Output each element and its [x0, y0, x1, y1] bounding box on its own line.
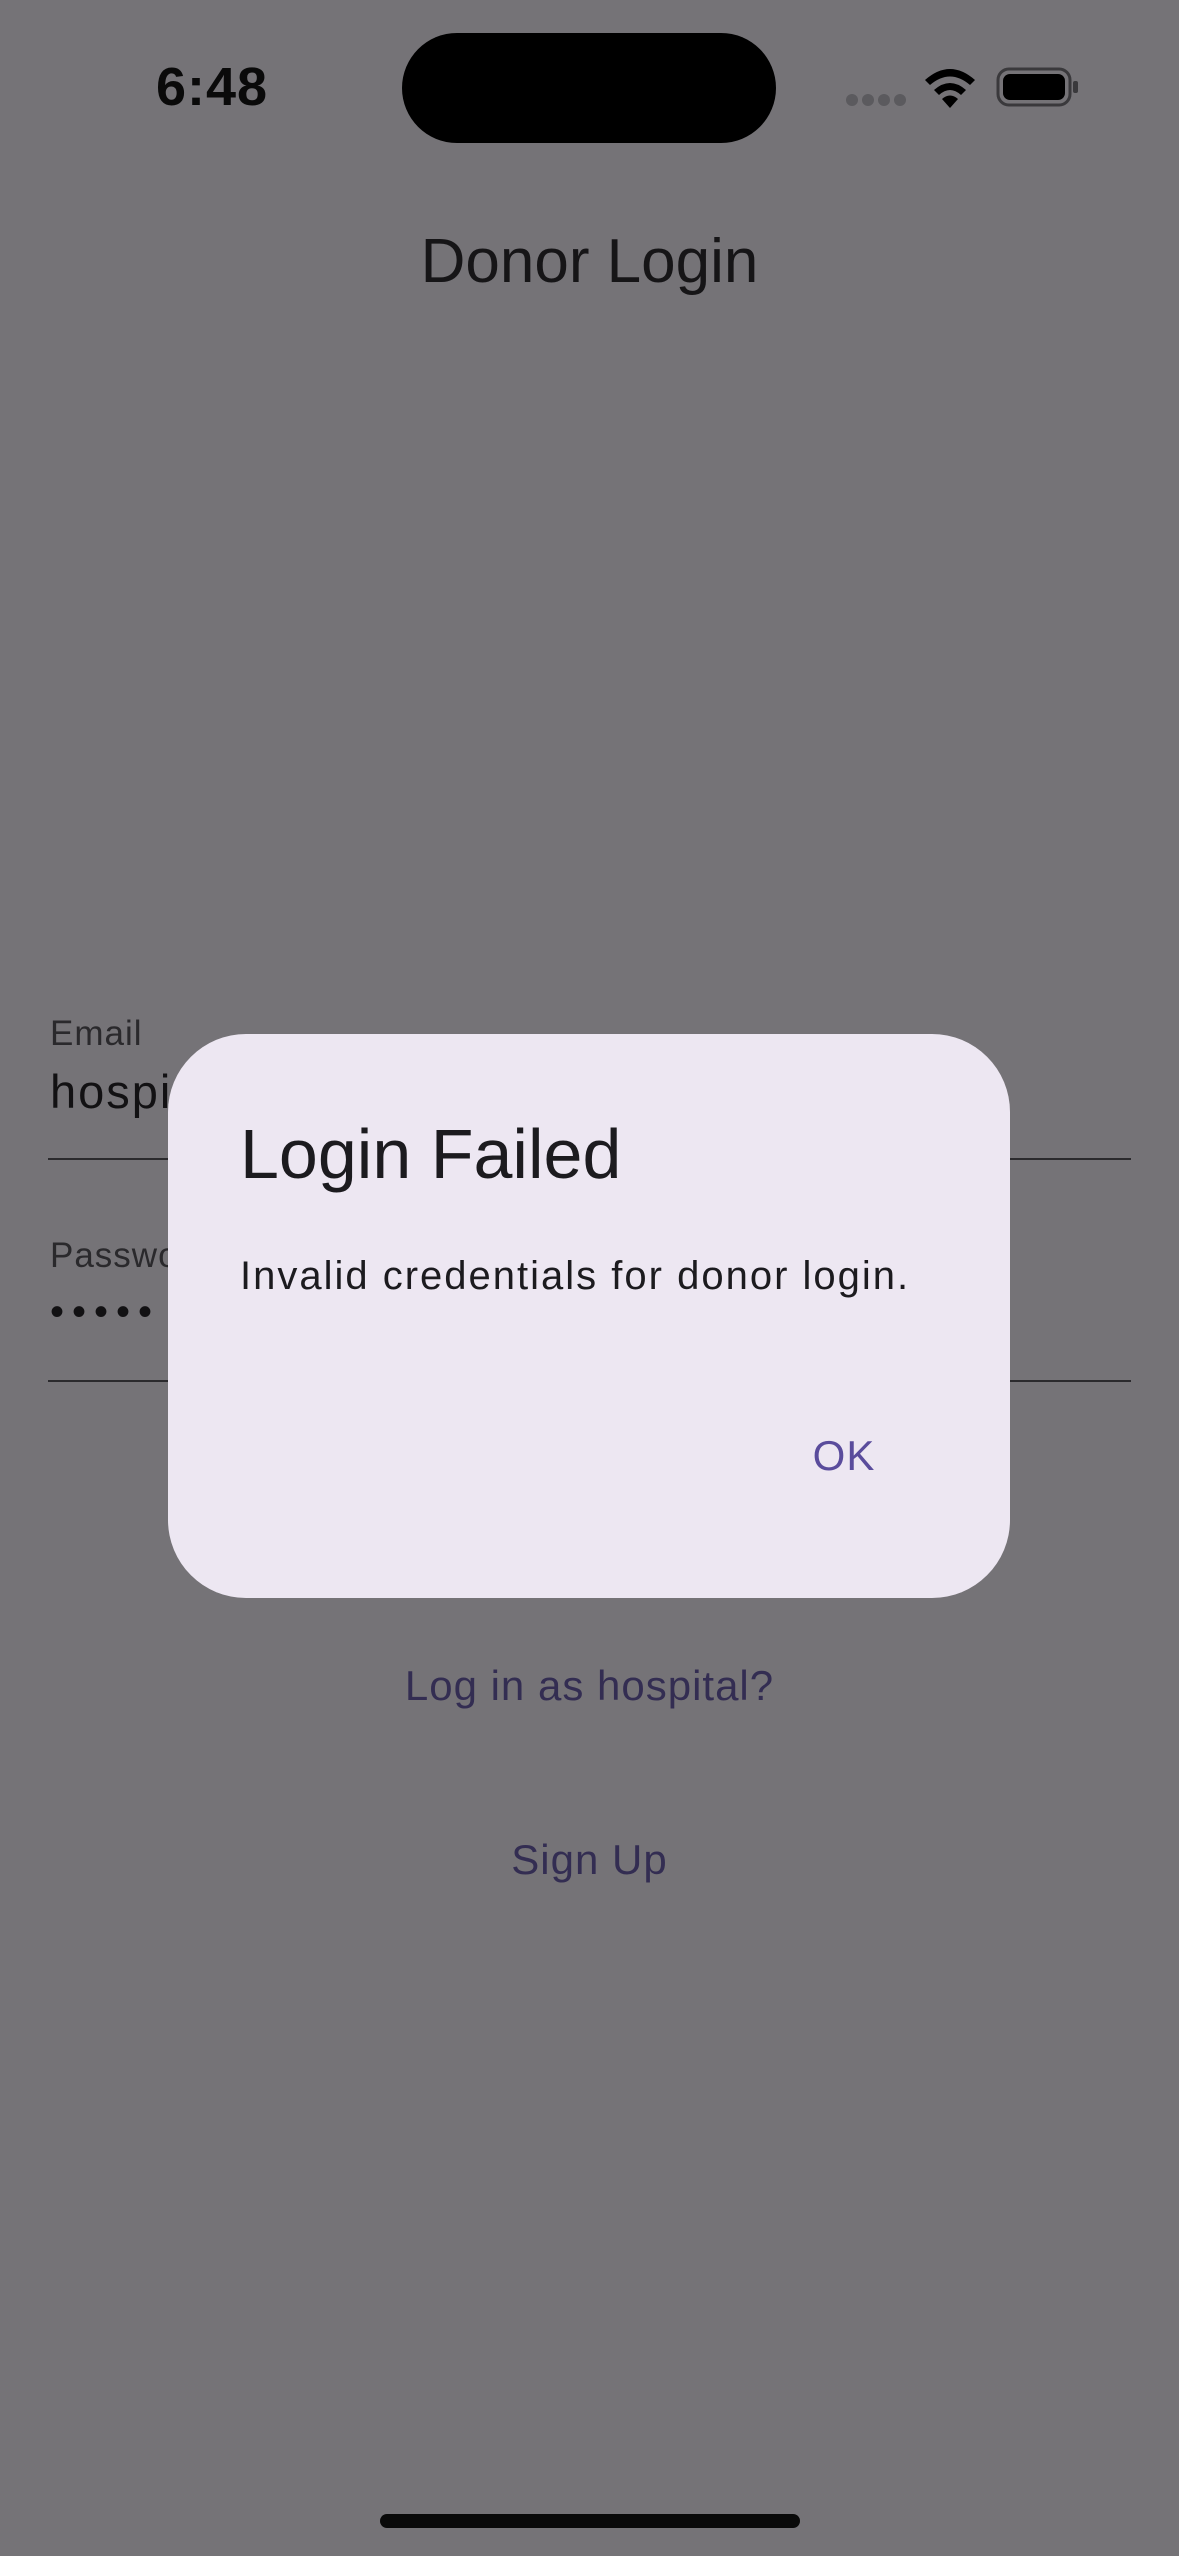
- login-as-hospital-link[interactable]: Log in as hospital?: [0, 1662, 1179, 1710]
- status-time: 6:48: [156, 57, 269, 117]
- email-label: Email: [50, 1014, 143, 1053]
- battery-icon: [996, 66, 1080, 108]
- home-indicator[interactable]: [380, 2514, 800, 2528]
- sign-up-button[interactable]: Sign Up: [0, 1836, 1179, 1884]
- email-field[interactable]: hospi: [50, 1064, 172, 1119]
- wifi-icon: [922, 64, 978, 110]
- dialog-title: Login Failed: [240, 1115, 622, 1193]
- dialog-message: Invalid credentials for donor login.: [240, 1254, 911, 1298]
- dynamic-island: [402, 33, 776, 143]
- password-label: Passwo: [50, 1236, 179, 1275]
- ok-button[interactable]: OK: [794, 1420, 894, 1492]
- password-field[interactable]: •••••: [50, 1290, 160, 1335]
- cellular-signal-icon: [846, 94, 906, 106]
- page-title: Donor Login: [420, 227, 759, 296]
